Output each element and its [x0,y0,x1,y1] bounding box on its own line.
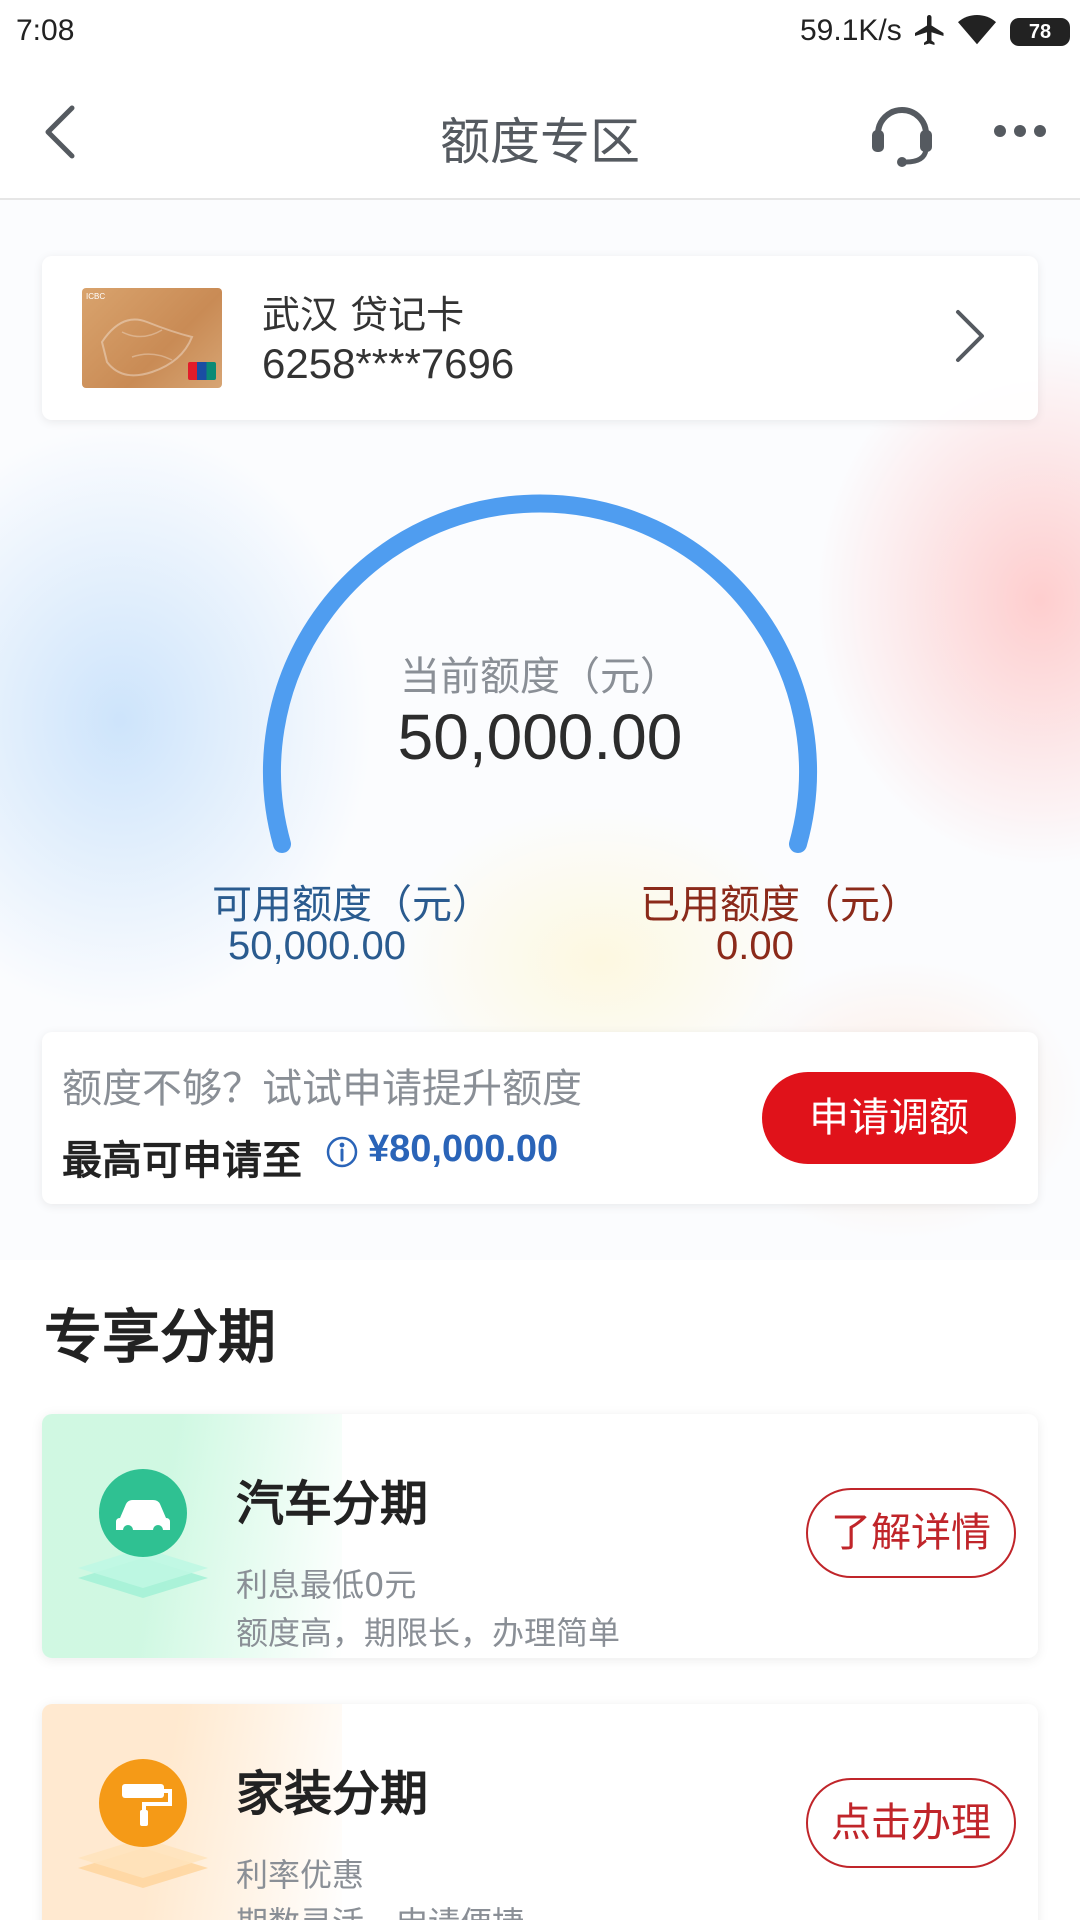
current-limit-value: 50,000.00 [397,701,683,773]
apply-adjustment-button[interactable]: 申请调额 [762,1072,1016,1164]
section-title: 专享分期 [44,1303,277,1371]
customer-service-icon[interactable] [868,98,936,168]
available-limit-label: 可用额度（元） [212,882,492,928]
home-installment-card[interactable]: 家装分期 利率优惠 期数灵活，申请便捷 点击办理 [42,1704,1038,1920]
bank-logo-text: ICBC [86,292,106,301]
paint-roller-icon [78,1759,208,1888]
available-limit-value: 50,000.00 [228,924,406,968]
network-speed: 59.1K/s [800,14,902,47]
promo-description: 期数灵活，申请便捷 [236,1898,524,1920]
airplane-mode-icon [915,15,944,45]
promo-title: 汽车分期 [236,1476,429,1532]
learn-more-button[interactable]: 了解详情 [806,1488,1016,1578]
card-selector[interactable]: ICBC 武汉 贷记卡 6258****7696 [42,256,1038,420]
promo-description: 额度高，期限长，办理简单 [236,1614,621,1652]
card-image: ICBC [82,288,222,388]
limit-increase-panel: 额度不够？试试申请提升额度 最高可申请至 ¥80,000.00 申请调额 [42,1032,1038,1204]
card-name: 武汉 贷记卡 [262,293,465,337]
navigation-bar: 额度专区 [0,64,1080,200]
status-bar: 7:08 59.1K/s 78 [0,0,1080,64]
wifi-icon [958,14,996,45]
unionpay-logo [188,362,216,380]
more-options-icon[interactable] [992,122,1048,140]
max-apply-label: 最高可申请至 [62,1138,302,1184]
promo-title: 家装分期 [236,1766,429,1822]
car-icon [78,1469,208,1598]
promo-subtitle: 利息最低0元 [236,1566,417,1604]
current-limit-label: 当前额度（元） [400,654,680,700]
used-limit-label: 已用额度（元） [640,882,920,928]
promo-subtitle: 利率优惠 [236,1856,365,1894]
car-installment-card[interactable]: 汽车分期 利息最低0元 额度高，期限长，办理简单 了解详情 [42,1414,1038,1658]
status-time: 7:08 [16,14,75,47]
map-pattern-icon [100,318,194,377]
used-limit-value: 0.00 [716,924,794,968]
battery-indicator: 78 [1010,18,1070,46]
max-apply-value: ¥80,000.00 [368,1128,559,1170]
credit-limit-screen: 7:08 59.1K/s 78 额度专区 ICBC 武汉 贷记卡 6258***… [0,0,1080,1920]
increase-prompt: 额度不够？试试申请提升额度 [62,1066,582,1112]
apply-now-button[interactable]: 点击办理 [806,1778,1016,1868]
chevron-right-icon [956,310,984,362]
card-number: 6258****7696 [262,340,515,387]
info-icon[interactable] [326,1136,358,1168]
